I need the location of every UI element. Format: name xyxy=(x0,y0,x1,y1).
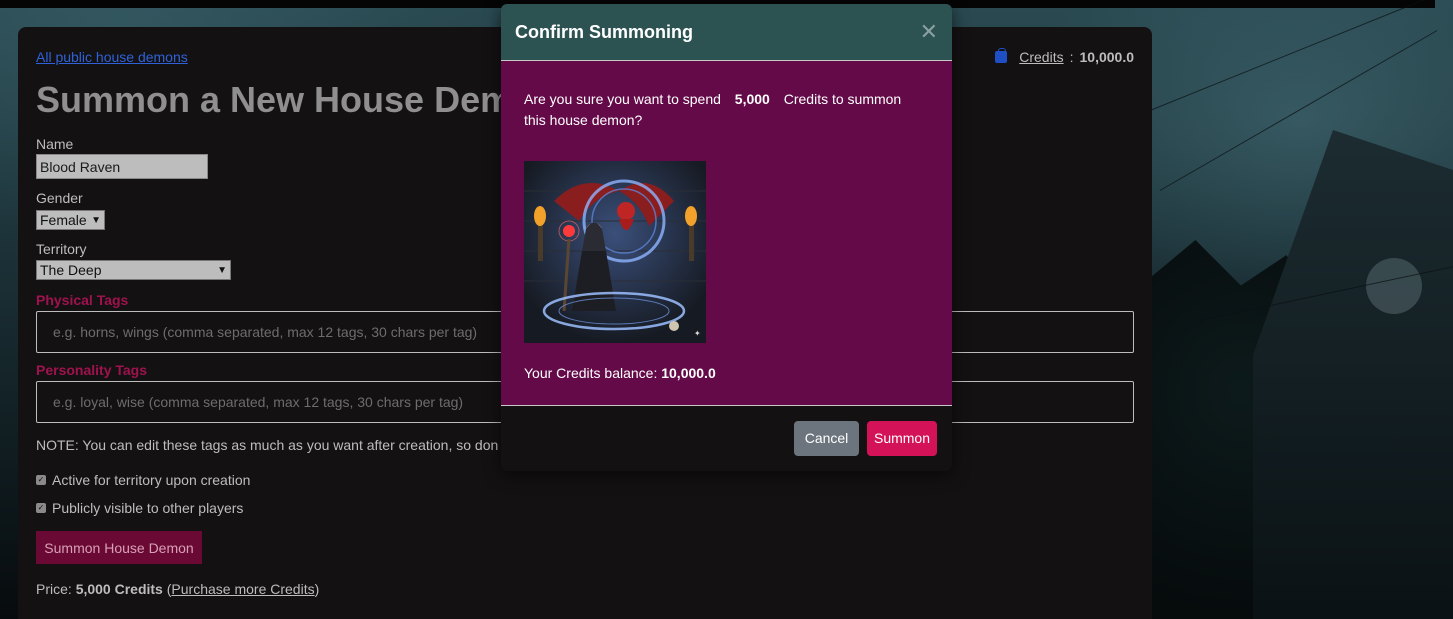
public-checkbox-row[interactable]: ✓ Publicly visible to other players xyxy=(36,500,243,516)
price-value: 5,000 Credits xyxy=(75,581,163,597)
modal-body: Are you sure you want to spend 5,000 Cre… xyxy=(501,61,952,406)
name-label: Name xyxy=(36,136,74,152)
price-line: Price: 5,000 Credits (Purchase more Cred… xyxy=(36,581,320,597)
price-prefix: Price: xyxy=(36,581,72,597)
question-prefix: Are you sure you want to spend xyxy=(524,91,721,107)
check-icon[interactable]: ✓ xyxy=(36,503,46,513)
question-amount: 5,000 xyxy=(734,91,770,107)
check-icon[interactable]: ✓ xyxy=(36,475,46,485)
territory-select[interactable]: The Deep ▼ xyxy=(36,260,231,280)
credits-link[interactable]: Credits xyxy=(1019,49,1063,65)
territory-selected-value: The Deep xyxy=(40,262,102,278)
close-icon[interactable]: ✕ xyxy=(920,21,938,43)
all-public-demons-link[interactable]: All public house demons xyxy=(36,49,188,65)
page-title: Summon a New House Demon xyxy=(36,79,557,120)
chevron-down-icon: ▼ xyxy=(217,264,227,276)
tags-note: NOTE: You can edit these tags as much as… xyxy=(36,437,499,453)
cancel-button[interactable]: Cancel xyxy=(794,420,859,456)
name-input[interactable] xyxy=(36,154,208,179)
active-checkbox-label: Active for territory upon creation xyxy=(52,472,251,488)
active-checkbox-row[interactable]: ✓ Active for territory upon creation xyxy=(36,472,250,488)
confirm-summoning-modal: Confirm Summoning ✕ Are you sure you wan… xyxy=(501,4,952,471)
chevron-down-icon: ▼ xyxy=(91,214,101,226)
modal-footer: Cancel Summon xyxy=(501,406,952,470)
credits-colon: : xyxy=(1069,49,1074,65)
shopping-bag-icon xyxy=(995,48,1008,63)
summon-house-demon-button[interactable]: Summon House Demon xyxy=(36,531,202,564)
modal-title: Confirm Summoning xyxy=(515,21,693,42)
background-satellite-dish xyxy=(1366,258,1422,314)
balance-value: 10,000.0 xyxy=(661,365,716,381)
summon-button[interactable]: Summon xyxy=(867,420,937,456)
credits-balance: Your Credits balance: 10,000.0 xyxy=(524,365,716,381)
territory-label: Territory xyxy=(36,241,87,257)
public-checkbox-label: Publicly visible to other players xyxy=(52,500,244,516)
balance-label: Your Credits balance: xyxy=(524,365,658,381)
gender-select[interactable]: Female ▼ xyxy=(36,210,105,230)
gender-label: Gender xyxy=(36,190,83,206)
confirm-question: Are you sure you want to spend 5,000 Cre… xyxy=(524,89,924,131)
modal-header: Confirm Summoning ✕ xyxy=(501,4,952,61)
personality-tags-label: Personality Tags xyxy=(36,362,148,378)
gender-selected-value: Female xyxy=(40,212,87,228)
credits-indicator: Credits: 10,000.0 xyxy=(995,48,1135,65)
demon-portrait-image: ✦ xyxy=(524,161,706,343)
physical-tags-label: Physical Tags xyxy=(36,292,129,308)
purchase-credits-link[interactable]: Purchase more Credits xyxy=(171,581,314,597)
credits-value: 10,000.0 xyxy=(1079,49,1135,65)
svg-text:✦: ✦ xyxy=(694,329,701,338)
